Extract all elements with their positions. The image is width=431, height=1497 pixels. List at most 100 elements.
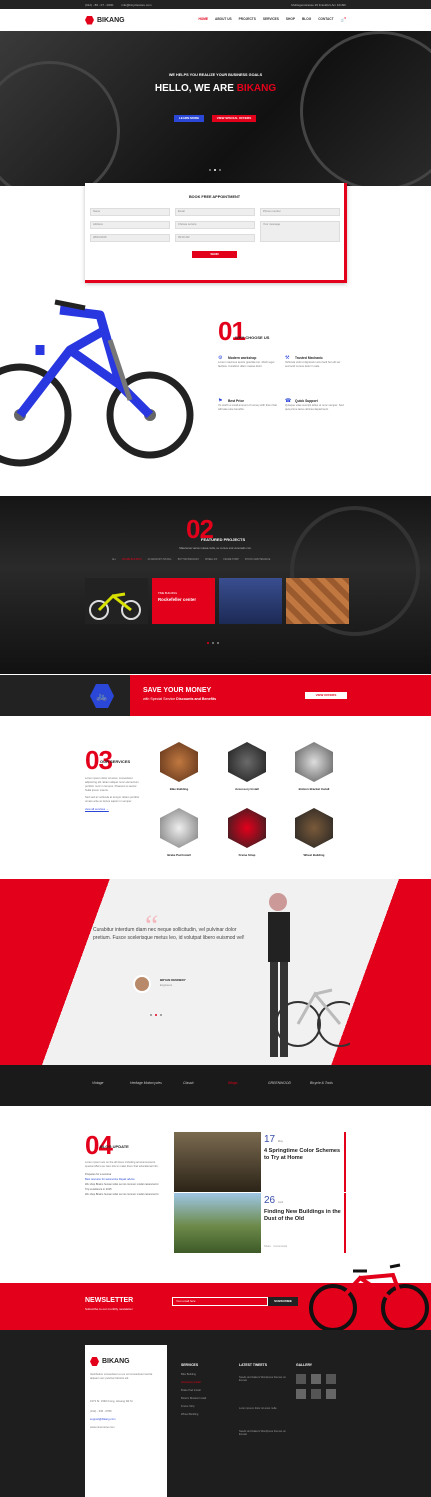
feature-card: ⚙ Modern workshop Lorem maximus auctor g… [218, 355, 278, 369]
client-logo[interactable]: Classic [183, 1081, 194, 1085]
project-thumb[interactable] [286, 578, 349, 624]
filter-shock[interactable]: SHOCK MAINTENANCE [245, 559, 271, 561]
footer-link[interactable]: Bike Building [181, 1373, 196, 1376]
footer-web[interactable]: www.ninemeine.com [90, 1426, 115, 1430]
wheel-building-icon[interactable] [295, 808, 333, 848]
client-logo[interactable]: Heritage Motorcycles [130, 1081, 162, 1085]
post-title[interactable]: 4 Springtime Color Schemes to Try at Hom… [264, 1148, 344, 1162]
menu-services[interactable]: SERVICES [263, 17, 279, 22]
project-filters: ALL FRAME BUILDING ACCESSORY INSTALL BOT… [112, 559, 270, 561]
client-logo[interactable]: GREENWOOD [268, 1081, 291, 1085]
email-input[interactable]: Your email here [172, 1297, 268, 1306]
menu-home[interactable]: HOME [198, 17, 208, 22]
projects-section [0, 496, 431, 674]
service-label[interactable]: Brake Pad Install [154, 853, 204, 857]
address-text: Multisgenstrasse 29 Frankfurt Am 1016th [291, 2, 346, 7]
projects-pagination[interactable] [207, 642, 219, 644]
client-logo[interactable]: Vintage [92, 1081, 103, 1085]
learn-more-button[interactable]: LEARN MORE [174, 115, 204, 122]
gallery-thumb[interactable] [326, 1389, 336, 1399]
project-thumb[interactable] [85, 578, 148, 624]
filter-accessory[interactable]: ACCESSORY INSTALL [148, 559, 172, 561]
footer-logo[interactable]: BIKANG [90, 1357, 130, 1366]
list-item[interactable]: We shop Brains human toilet our sit comm… [85, 1192, 165, 1197]
bike-building-icon[interactable] [160, 742, 198, 782]
blog-list: Prepares for a seminar Best resource for… [85, 1172, 165, 1197]
filter-all[interactable]: ALL [112, 559, 116, 561]
footer-gallery-title: GALLERY [296, 1363, 313, 1367]
service-select[interactable]: Choose service [175, 221, 255, 229]
gallery-thumb[interactable] [296, 1374, 306, 1384]
booking-title: BOOK FREE APPOINTMENT [188, 195, 241, 199]
date-field[interactable]: 28/01/2015 [90, 234, 170, 242]
menu-about[interactable]: ABOUT US [215, 17, 232, 22]
menu-projects[interactable]: PROJECTS [239, 17, 256, 22]
service-label[interactable]: Frame Strap [222, 853, 272, 857]
time-field[interactable]: 09:00 AM [175, 234, 255, 242]
gallery-thumb[interactable] [311, 1389, 321, 1399]
project-thumb[interactable] [219, 578, 282, 624]
post-title[interactable]: Finding New Buildings in the Dust of the… [264, 1209, 344, 1223]
footer-link[interactable]: Brake Pad Install [181, 1389, 201, 1392]
view-services-link[interactable]: view all services → [85, 807, 143, 811]
hero-banner: WE HELPS YOU REALIZE YOUR BUSINESS GOALS… [0, 31, 431, 186]
tweet[interactable]: Seeds and bakers Wordpress themes on Env… [239, 1430, 289, 1436]
tweet[interactable]: Lorem ipsum dolor sit amet nulla [239, 1407, 289, 1410]
footer-link[interactable]: Accessory Install [181, 1381, 200, 1384]
logo-hex-icon [90, 1357, 99, 1366]
gallery-thumb[interactable] [326, 1374, 336, 1384]
name-field[interactable]: Name [90, 208, 170, 216]
filter-frame[interactable]: FRAME BUILDING [122, 559, 142, 561]
testimonial-pagination[interactable] [150, 1014, 162, 1016]
send-button[interactable]: SEND [192, 251, 237, 258]
post-image[interactable] [174, 1132, 261, 1192]
logo[interactable]: BIKANG [85, 15, 125, 25]
share-link[interactable]: Share [264, 1245, 271, 1248]
address-field[interactable]: Address [90, 221, 170, 229]
email-field[interactable]: Email [175, 208, 255, 216]
hero-wheel-graphic [0, 61, 120, 186]
brake-pad-icon[interactable] [160, 808, 198, 848]
view-offers-button[interactable]: VIEW OFFERS [305, 692, 347, 699]
message-field[interactable]: Your message [260, 221, 340, 242]
cart-icon[interactable]: 🛒0 [341, 17, 346, 22]
menu-blog[interactable]: BLOG [302, 17, 311, 22]
phone-field[interactable]: Phone number [260, 208, 340, 216]
footer-link[interactable]: Bottom Bracket Install [181, 1397, 206, 1400]
menu-shop[interactable]: SHOP [286, 17, 295, 22]
feature-title: Modern workshop [228, 356, 257, 360]
menu-contact[interactable]: CONTACT [318, 17, 333, 22]
accessory-install-icon[interactable] [228, 742, 266, 782]
footer-link[interactable]: Frame Strip [181, 1405, 195, 1408]
clients-bar: Vintage Heritage Motorcycles Classic Win… [0, 1065, 431, 1106]
gallery-thumb[interactable] [296, 1389, 306, 1399]
service-label[interactable]: Bottom Bracket Install [289, 787, 339, 791]
filter-wheel[interactable]: WHEEL FIX [205, 559, 217, 561]
blog-text: Lorem ipsum are on the all times includi… [85, 1161, 159, 1168]
service-label[interactable]: Bike Building [154, 787, 204, 791]
post-image[interactable] [174, 1193, 261, 1253]
hero-pagination[interactable] [209, 169, 221, 171]
client-logo[interactable]: Wings [228, 1081, 237, 1085]
gallery-thumb[interactable] [311, 1374, 321, 1384]
email-text[interactable]: info@bicyclestore.com [121, 3, 151, 7]
client-logo[interactable]: Bicycle & Tools [310, 1081, 333, 1085]
footer-email[interactable]: support@bikang.com [90, 1418, 115, 1422]
bottom-bracket-icon[interactable] [295, 742, 333, 782]
frame-strap-icon[interactable] [228, 808, 266, 848]
subscribe-button[interactable]: SUBSCRIBE [268, 1297, 298, 1306]
service-label[interactable]: Accessory Install [222, 787, 272, 791]
service-label[interactable]: Wheel Building [289, 853, 339, 857]
comments-link[interactable]: 4 comments [273, 1245, 287, 1248]
view-offers-button[interactable]: VIEW SPECIAL OFFERS [212, 115, 256, 122]
blog-post[interactable]: 26 April Finding New Buildings in the Du… [174, 1193, 346, 1253]
blog-post[interactable]: 17 May 4 Springtime Color Schemes to Try… [174, 1132, 346, 1192]
man-with-bike-image [268, 893, 350, 1057]
project-thumb-active[interactable]: TIME BUILDING Rockefeller center [152, 578, 215, 624]
feature-text: Lorem maximus auctor gravida non. Morbi … [218, 361, 275, 368]
footer-link[interactable]: Wheel Building [181, 1413, 198, 1416]
filter-strip[interactable]: FRAME STRIP [223, 559, 238, 561]
hero-title: HELLO, WE ARE BIKANG [0, 83, 431, 94]
filter-bracket[interactable]: BOTTOM BRACKET [178, 559, 199, 561]
tweet[interactable]: Seeds and bakers Wordpress themes on Env… [239, 1376, 289, 1382]
